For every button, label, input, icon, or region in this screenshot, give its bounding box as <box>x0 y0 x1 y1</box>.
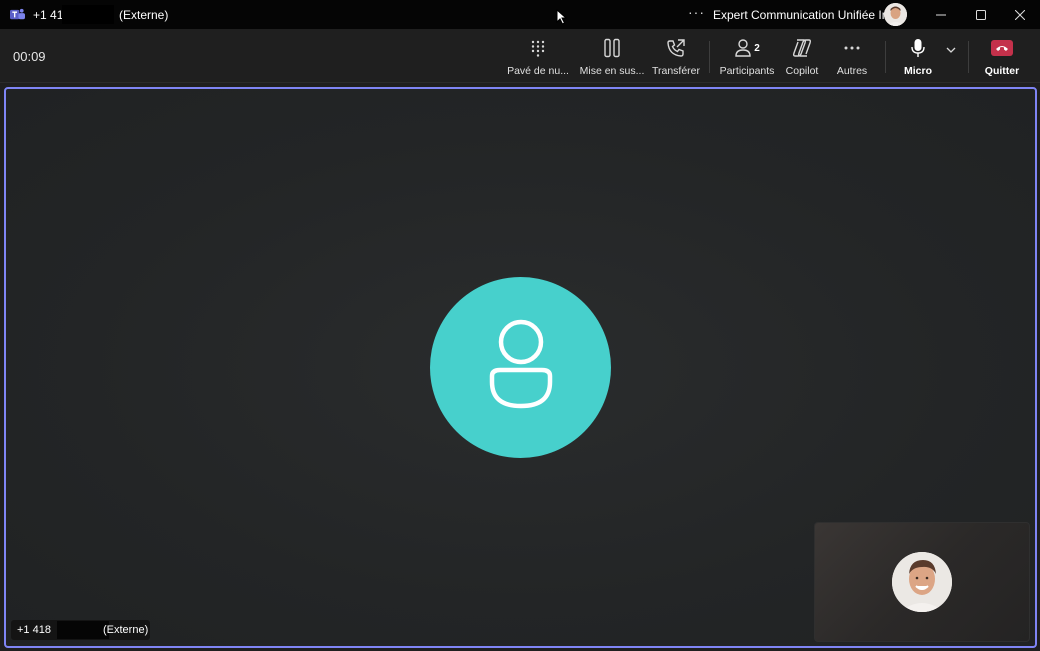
self-avatar <box>892 552 952 612</box>
person-icon <box>489 319 552 408</box>
toolbar-divider <box>709 41 710 73</box>
self-photo-icon <box>892 552 952 612</box>
maximize-icon <box>976 9 986 20</box>
minimize-button[interactable] <box>921 0 961 29</box>
hangup-icon <box>991 40 1013 56</box>
more-options-button[interactable]: Autres <box>834 37 870 77</box>
copilot-label: Copilot <box>785 65 819 77</box>
user-avatar[interactable] <box>884 3 907 26</box>
toolbar-divider <box>885 41 886 73</box>
user-photo-icon <box>884 3 907 26</box>
dialpad-label: Pavé de nu... <box>507 65 569 77</box>
hold-button[interactable]: Mise en sus... <box>580 37 644 77</box>
minimize-icon <box>936 14 946 15</box>
close-button[interactable] <box>1000 0 1040 29</box>
mouse-cursor-icon <box>556 9 568 25</box>
microphone-label: Micro <box>903 65 932 77</box>
leave-call-button[interactable]: Quitter <box>982 37 1022 77</box>
participant-name-tag: +1 418 (Externe) <box>11 620 150 640</box>
close-icon <box>1015 9 1025 20</box>
microphone-icon <box>911 39 925 57</box>
organization-name: Expert Communication Unifiée Inc <box>713 8 895 22</box>
more-icon <box>844 46 860 50</box>
call-timer: 00:09 <box>13 49 46 64</box>
caller-external-tag: (Externe) <box>119 8 169 22</box>
maximize-button[interactable] <box>961 0 1001 29</box>
participants-label: Participants <box>719 65 775 77</box>
dialpad-icon <box>531 40 545 57</box>
title-more-button[interactable]: ··· <box>688 4 705 20</box>
redaction-block <box>57 621 109 639</box>
participants-icon <box>735 39 751 57</box>
microphone-button[interactable]: Micro <box>900 37 936 77</box>
leave-call-label: Quitter <box>984 65 1020 77</box>
title-bar: +1 41 (Externe) ··· Expert Communication… <box>0 0 1040 29</box>
caller-number: +1 41 <box>33 8 64 22</box>
toolbar-divider <box>968 41 969 73</box>
microphone-options-dropdown[interactable] <box>943 47 959 87</box>
chevron-down-icon <box>946 47 956 53</box>
hold-label: Mise en sus... <box>579 65 645 77</box>
transfer-button[interactable]: Transférer <box>651 37 701 77</box>
redaction-block <box>62 5 114 24</box>
more-label: Autres <box>836 65 868 77</box>
hold-icon <box>604 38 620 58</box>
participant-number: +1 418 <box>17 624 51 636</box>
call-toolbar: 00:09 Pavé de nu... Mise en sus... Trans… <box>0 29 1040 83</box>
teams-call-window: +1 41 (Externe) ··· Expert Communication… <box>0 0 1040 651</box>
participants-button[interactable]: 2 Participants <box>719 37 775 77</box>
transfer-icon <box>667 39 685 57</box>
copilot-icon <box>792 39 812 57</box>
teams-logo-icon <box>10 8 25 20</box>
transfer-label: Transférer <box>651 65 701 77</box>
participant-avatar <box>430 277 611 458</box>
dialpad-button[interactable]: Pavé de nu... <box>507 37 569 77</box>
participant-count-badge: 2 <box>754 42 760 54</box>
participant-external-tag: (Externe) <box>103 624 149 636</box>
copilot-button[interactable]: Copilot <box>782 37 822 77</box>
